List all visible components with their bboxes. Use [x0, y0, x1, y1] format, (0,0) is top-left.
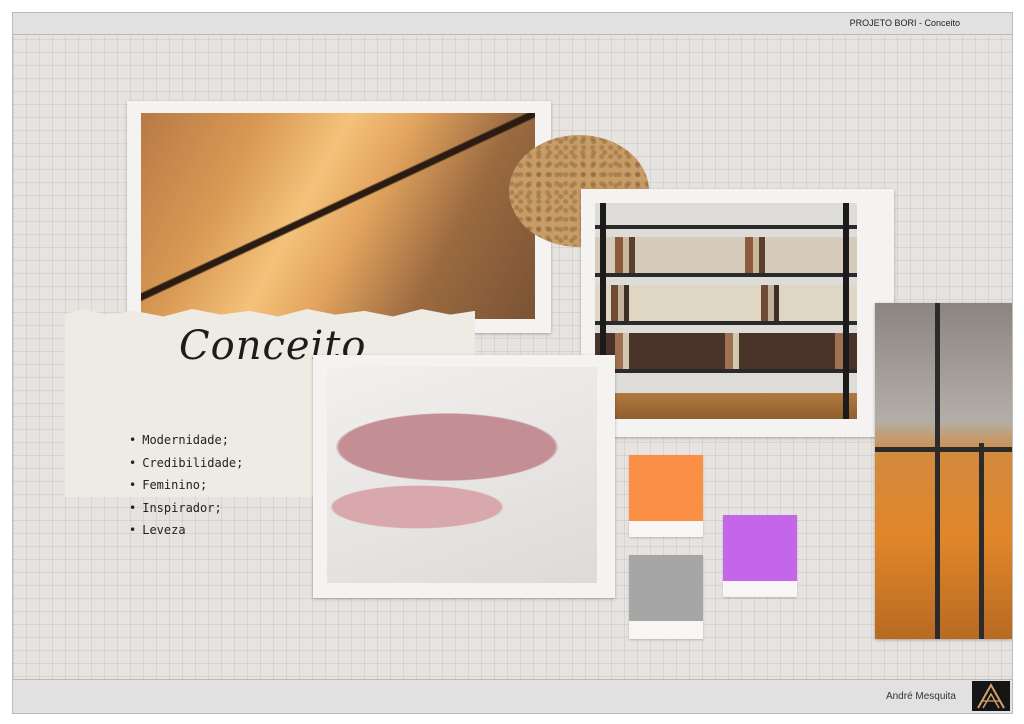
monogram-logo-icon	[972, 681, 1010, 711]
swatch-card-orange	[629, 455, 703, 537]
keyword-item: Feminino;	[129, 478, 243, 501]
color-swatch-orange	[629, 455, 703, 521]
page-title: PROJETO BORI - Conceito	[849, 18, 960, 28]
header-bar: PROJETO BORI - Conceito	[13, 13, 1012, 35]
swatch-card-violet	[723, 515, 797, 597]
pink-chair-photo	[313, 355, 615, 598]
moodboard-page: PROJETO BORI - Conceito Conceito Moderni…	[12, 12, 1013, 714]
color-swatch-violet	[723, 515, 797, 581]
keyword-item: Inspirador;	[129, 501, 243, 524]
keyword-item: Credibilidade;	[129, 456, 243, 479]
pink-chair-image	[327, 367, 597, 583]
wood-ceiling-photo	[127, 101, 551, 333]
wood-ceiling-image	[141, 113, 535, 319]
glass-door-photo	[875, 303, 1012, 639]
bookshelf-image	[595, 203, 857, 419]
concept-keywords: Modernidade; Credibilidade; Feminino; In…	[129, 433, 243, 546]
color-swatch-gray	[629, 555, 703, 621]
bookshelf-photo	[581, 189, 894, 437]
footer-bar: André Mesquita	[13, 679, 1012, 713]
swatch-card-gray	[629, 555, 703, 639]
glass-door-image	[875, 303, 1012, 639]
keyword-item: Leveza	[129, 523, 243, 546]
keyword-item: Modernidade;	[129, 433, 243, 456]
author-name: André Mesquita	[885, 691, 956, 702]
